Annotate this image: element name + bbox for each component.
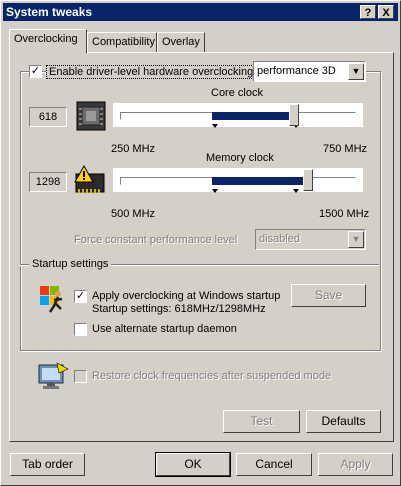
core-clock-max-label: 750 MHz [323,143,368,155]
tab-order-button[interactable]: Tab order [10,453,85,476]
restore-clocks-label: Restore clock frequencies after suspende… [92,370,332,382]
defaults-button[interactable]: Defaults [306,410,381,433]
force-performance-level-value: disabled [259,233,300,245]
force-performance-level-label: Force constant performance level [74,234,238,246]
test-button[interactable]: Test [223,410,300,433]
memory-clock-label: Memory clock [206,152,274,164]
memory-clock-range [212,177,308,185]
core-clock-range [212,112,294,120]
memory-clock-max-label: 1500 MHz [319,208,370,220]
core-clock-min-label: 250 MHz [111,143,156,155]
tab-compatibility-label: Compatibility [92,36,155,48]
memory-clock-tick [212,189,218,193]
chevron-down-icon: ▼ [348,63,364,80]
apply-at-startup-label: Apply overclocking at Windows startup [92,290,281,302]
tab-compatibility[interactable]: Compatibility [87,32,157,52]
title-bar: System tweaks ? X [3,3,398,21]
help-button[interactable]: ? [360,5,376,19]
apply-at-startup-checkbox[interactable]: ✓ [74,290,87,303]
gpu-chip-icon [76,101,106,131]
cancel-button[interactable]: Cancel [236,453,312,476]
monitor-icon [37,361,69,391]
window-title: System tweaks [6,5,93,19]
enable-overclocking-label: Enable driver-level hardware overclockin… [46,65,257,79]
memory-clock-tick [293,189,299,193]
chevron-down-icon: ▼ [348,231,364,248]
alternate-daemon-label: Use alternate startup daemon [92,323,237,335]
startup-settings-text: Startup settings: 618MHz/1298MHz [92,303,266,315]
core-clock-tick [212,124,218,128]
system-tweaks-window: System tweaks ? X Overclocking Compatibi… [0,0,401,486]
force-performance-level-select[interactable]: disabled ▼ [255,229,366,250]
restore-clocks-checkbox[interactable] [74,370,87,383]
memory-warning-icon [74,164,106,195]
memory-clock-thumb[interactable] [303,169,313,191]
ok-button[interactable]: OK [155,452,231,477]
tab-overlay-label: Overlay [162,36,200,48]
memory-clock-slider[interactable] [112,167,364,197]
performance-mode-value: performance 3D [257,65,336,77]
startup-settings-group-label: Startup settings [29,258,112,270]
startup-figure-icon [38,284,68,314]
tab-overclocking-label: Overclocking [14,33,78,45]
save-button[interactable]: Save [291,284,366,307]
memory-clock-min-label: 500 MHz [111,208,156,220]
alternate-daemon-checkbox[interactable] [74,323,87,336]
tab-overclocking[interactable]: Overclocking [9,29,87,53]
core-clock-value: 618 [29,107,67,127]
core-clock-thumb[interactable] [289,104,299,126]
close-button[interactable]: X [378,5,394,19]
core-clock-slider[interactable] [112,102,364,132]
core-clock-label: Core clock [211,87,263,99]
tab-overlay[interactable]: Overlay [157,32,205,52]
enable-overclocking-checkbox[interactable]: ✓ [29,65,42,78]
performance-mode-select[interactable]: performance 3D ▼ [253,61,366,82]
memory-clock-value: 1298 [29,172,67,192]
apply-button[interactable]: Apply [318,453,393,476]
